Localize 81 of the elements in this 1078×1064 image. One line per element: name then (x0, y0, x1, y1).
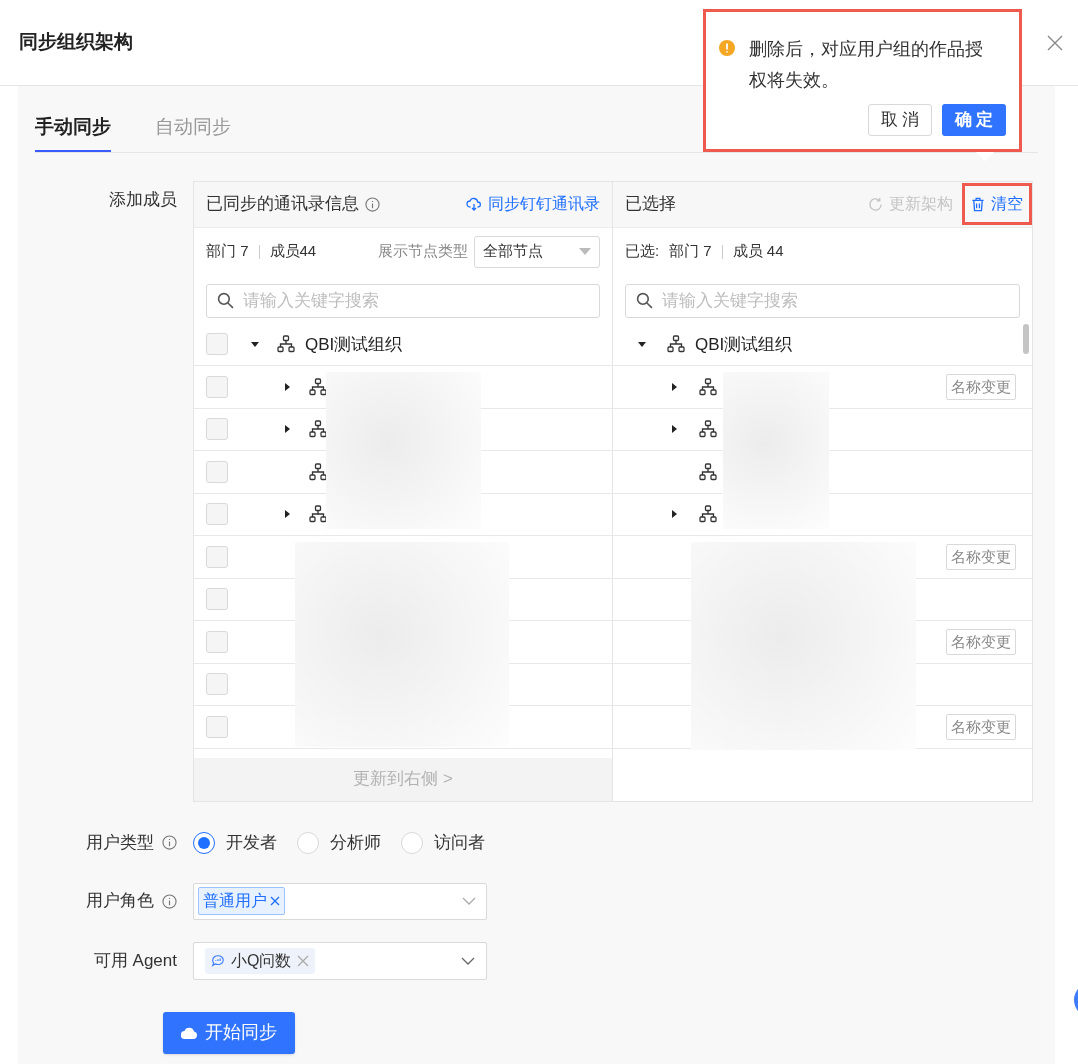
dialog-title: 同步组织架构 (19, 30, 133, 55)
org-chart-icon (309, 377, 327, 396)
checkbox[interactable] (206, 333, 228, 356)
remove-icon[interactable] (297, 954, 310, 967)
agent-tag: 小Q问数 (205, 947, 316, 974)
cloud-icon (181, 1026, 197, 1039)
checkbox[interactable] (206, 545, 228, 568)
field-label: 用户类型 (86, 831, 154, 854)
warning-icon (719, 40, 735, 56)
checkbox[interactable] (206, 588, 228, 611)
caret-icon[interactable] (669, 509, 679, 520)
chat-icon (211, 953, 225, 968)
selected-label: 已选: (625, 241, 660, 262)
search-icon (217, 291, 234, 309)
checkbox[interactable] (206, 418, 228, 441)
org-chart-icon (699, 505, 717, 524)
search-field[interactable]: 请输入关键字搜索 (206, 283, 600, 318)
refresh-icon (868, 196, 883, 212)
trash-icon (971, 196, 985, 212)
radio-label[interactable]: 分析师 (330, 829, 381, 856)
cancel-button[interactable]: 取 消 (868, 104, 932, 136)
filter-label: 展示节点类型 (378, 241, 468, 262)
sync-link[interactable]: 同步钉钉通讯录 (466, 192, 600, 216)
start-sync-button[interactable]: 开始同步 (163, 1011, 295, 1054)
agent-select[interactable]: 小Q问数 (193, 941, 487, 980)
count-label: 部门 7 (669, 241, 712, 262)
dropdown-arrow-icon (579, 247, 591, 256)
name-changed-tag: 名称变更 (946, 373, 1016, 400)
pane-title: 已同步的通讯录信息 (206, 193, 359, 216)
checkbox[interactable] (206, 715, 228, 738)
confirm-button[interactable]: 确 定 (942, 104, 1006, 136)
search-icon (636, 291, 653, 309)
radio-button[interactable] (193, 831, 215, 854)
remove-icon[interactable] (270, 896, 280, 906)
name-changed-tag: 名称变更 (946, 713, 1016, 740)
tree-node-label[interactable]: QBI测试组织 (305, 331, 403, 357)
count-label: 部门 7 (206, 241, 249, 262)
role-tag: 普通用户 (198, 887, 285, 915)
field-label: 添加成员 (109, 188, 177, 211)
count-label: 成员 44 (732, 241, 784, 262)
name-changed-tag: 名称变更 (946, 543, 1016, 570)
checkbox[interactable] (206, 375, 228, 398)
confirm-message: 删除后，对应用户组的作品授权将失效。 (749, 38, 984, 92)
info-icon (365, 196, 380, 212)
field-label: 可用 Agent (93, 949, 177, 972)
org-chart-icon (699, 420, 717, 439)
org-chart-icon (309, 505, 327, 524)
tab[interactable]: 手动同步 (35, 113, 111, 152)
cloud-sync-icon (466, 196, 482, 212)
checkbox[interactable] (206, 503, 228, 526)
caret-icon[interactable] (282, 424, 292, 435)
node-type-select[interactable]: 全部节点 (474, 235, 600, 268)
org-chart-icon (277, 335, 295, 354)
radio-label[interactable]: 访问者 (434, 829, 485, 856)
org-chart-icon (699, 462, 717, 481)
clear-button[interactable]: 清空 (962, 183, 1032, 225)
field-label: 用户角色 (86, 890, 154, 913)
checkbox[interactable] (206, 630, 228, 653)
caret-icon[interactable] (669, 424, 679, 435)
pane-title: 已选择 (625, 193, 676, 216)
count-label: 成员44 (269, 241, 317, 262)
search-field[interactable]: 请输入关键字搜索 (625, 283, 1020, 318)
caret-icon[interactable] (282, 381, 292, 392)
chevron-down-icon (461, 956, 475, 965)
role-select[interactable]: 普通用户 (193, 882, 487, 920)
caret-icon[interactable] (282, 509, 292, 520)
close-icon[interactable] (1047, 34, 1063, 51)
caret-icon[interactable] (669, 381, 679, 392)
tree-node-label[interactable]: QBI测试组织 (695, 331, 793, 357)
org-chart-icon (667, 335, 685, 354)
checkbox[interactable] (206, 673, 228, 696)
name-changed-tag: 名称变更 (946, 628, 1016, 655)
info-icon (162, 893, 177, 909)
info-icon (162, 835, 177, 850)
scrollbar[interactable] (1023, 323, 1029, 354)
chevron-down-icon (462, 897, 476, 905)
org-chart-icon (309, 420, 327, 439)
org-chart-icon (309, 462, 327, 481)
radio-label[interactable]: 开发者 (226, 829, 277, 856)
org-chart-icon (699, 377, 717, 396)
checkbox[interactable] (206, 460, 228, 483)
